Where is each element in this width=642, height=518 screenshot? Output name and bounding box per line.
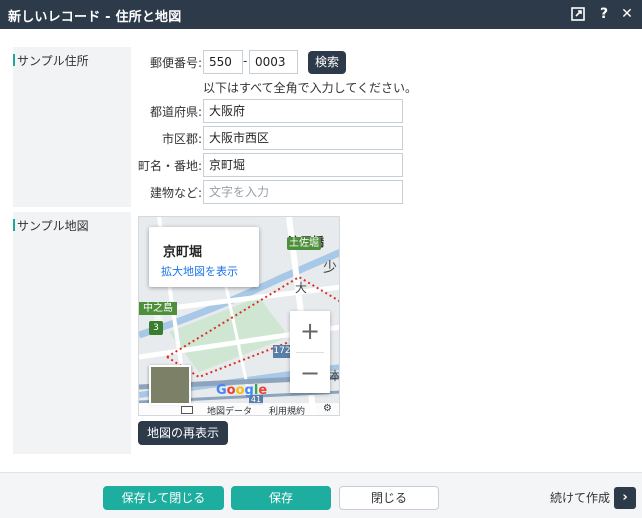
keyboard-icon[interactable] <box>181 406 193 414</box>
continue-create-label: 続けて作成 <box>550 491 611 505</box>
enlarge-map-link[interactable]: 拡大地図を表示 <box>161 263 238 279</box>
zoom-in-button[interactable]: + <box>290 311 330 351</box>
prefecture-label: 都道府県: <box>149 105 202 119</box>
map-info-popup: 京町堀 拡大地図を表示 <box>149 227 259 287</box>
google-logo: Google <box>216 383 268 398</box>
open-in-new-icon[interactable] <box>569 5 587 23</box>
popup-title: 京町堀 <box>163 245 203 260</box>
zoom-out-button[interactable]: − <box>290 353 330 393</box>
town-label: 町名・番地: <box>137 159 202 173</box>
satellite-toggle-thumbnail[interactable] <box>149 365 191 405</box>
fullwidth-note: 以下はすべて全角で入力してください。 <box>203 81 417 95</box>
city-input[interactable]: 大阪市西区 <box>203 126 403 150</box>
save-button[interactable]: 保存 <box>231 486 331 510</box>
search-button[interactable]: 検索 <box>308 51 346 74</box>
redisplay-map-button[interactable]: 地図の再表示 <box>138 421 228 445</box>
building-label: 建物など: <box>149 186 202 200</box>
city-label: 市区郡: <box>161 132 202 146</box>
zoom-control: + − <box>290 311 330 393</box>
postal-separator: - <box>243 54 248 68</box>
address-section-label: サンプル住所 <box>13 54 89 68</box>
map-footer: 地図データ 利用規約 ⚙ <box>139 403 339 415</box>
dialog-titlebar: 新しいレコード - 住所と地図 ? ✕ <box>0 0 642 29</box>
settings-icon[interactable]: ⚙ <box>323 403 332 414</box>
close-button[interactable]: 閉じる <box>339 486 439 510</box>
postal-code-first-input[interactable]: 550 <box>203 50 243 74</box>
postal-code-label: 郵便番号: <box>149 56 202 70</box>
map-label-tosabori: 土佐堀 <box>287 237 321 250</box>
postal-code-second-input[interactable]: 0003 <box>249 50 298 74</box>
save-and-close-button[interactable]: 保存して閉じる <box>103 486 224 510</box>
terms-link[interactable]: 利用規約 <box>269 404 305 415</box>
map-route-3: 3 <box>149 321 163 335</box>
address-label-column <box>13 47 131 207</box>
map-label-column <box>13 212 131 454</box>
close-icon[interactable]: ✕ <box>618 5 636 23</box>
town-input[interactable]: 京町堀 <box>203 153 403 177</box>
map-label-sho: 少 <box>323 260 337 276</box>
map-label-nakanoshima: 中之島西 <box>139 302 177 327</box>
map-data-link[interactable]: 地図データ <box>207 404 252 415</box>
map-route-172: 172 <box>273 345 291 358</box>
building-input[interactable]: 文字を入力 <box>203 180 403 204</box>
map-section-label: サンプル地図 <box>13 219 89 233</box>
map-label-dai: 大 <box>295 281 308 295</box>
help-icon[interactable]: ? <box>595 5 613 23</box>
map-view[interactable]: 淀屋橋 土佐堀 中之島西 3 172 41 少 大 本 京町堀 拡大地図を表示 … <box>138 216 340 416</box>
prefecture-input[interactable]: 大阪府 <box>203 99 403 123</box>
dialog-title: 新しいレコード - 住所と地図 <box>8 10 182 25</box>
map-label-hon: 本 <box>329 369 340 383</box>
continue-create-button[interactable]: › <box>614 487 636 509</box>
